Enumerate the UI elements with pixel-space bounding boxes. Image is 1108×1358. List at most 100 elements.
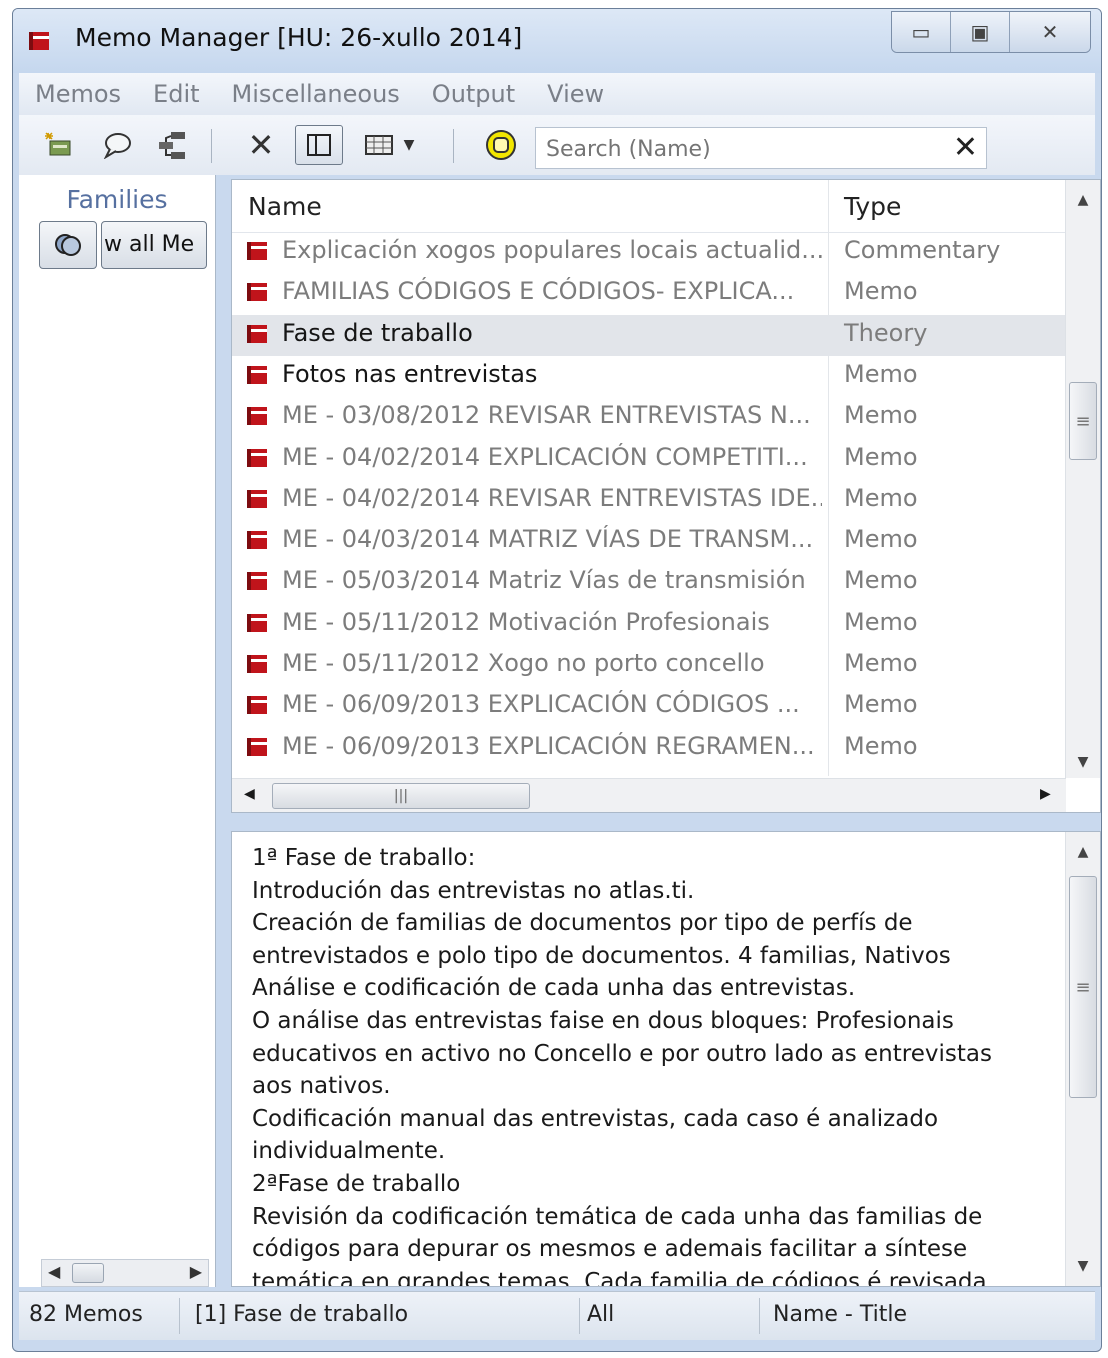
- title-bar[interactable]: Memo Manager [HU: 26-xullo 2014] ▭ ▣ ✕: [13, 9, 1101, 73]
- show-all-memos-button[interactable]: w all Me: [101, 221, 207, 269]
- network-button[interactable]: [153, 127, 193, 163]
- memo-row[interactable]: ME - 06/09/2013 EXPLICACIÓN REGRAMEN... M…: [232, 728, 1066, 769]
- comment-button[interactable]: [97, 127, 137, 163]
- memo-name: ME - 04/02/2014 REVISAR ENTREVISTAS IDE.…: [282, 483, 822, 512]
- list-horizontal-scrollbar[interactable]: ◀ ||| ▶: [232, 778, 1066, 812]
- memo-text-line: Creación de familias de documentos por t…: [252, 910, 913, 937]
- memo-text-line: aos nativos.: [252, 1073, 391, 1100]
- memo-text-line: códigos para depurar os mesmos e ademais…: [252, 1236, 968, 1263]
- scroll-thumb[interactable]: |||: [272, 783, 530, 809]
- memo-text-line: Codificación manual das entrevistas, cad…: [252, 1105, 939, 1132]
- scroll-left-icon[interactable]: ◀: [244, 786, 255, 802]
- memo-icon: [247, 572, 267, 591]
- memo-row[interactable]: ME - 05/11/2012 Motivación Profesionais M…: [232, 604, 1066, 645]
- memo-row[interactable]: ME - 03/08/2012 REVISAR ENTREVISTAS N...…: [232, 397, 1066, 438]
- memo-row[interactable]: ME - 06/09/2013 EXPLICACIÓN CÓDIGOS ... M…: [232, 686, 1066, 727]
- memo-row[interactable]: ME - 05/11/2012 Xogo no porto concello Me…: [232, 645, 1066, 686]
- menu-bar: Memos Edit Miscellaneous Output View: [19, 73, 1095, 115]
- memo-name: ME - 04/02/2014 EXPLICACIÓN COMPETITI...: [282, 442, 808, 471]
- memo-text-line: entrevistados e polo tipo de documentos.…: [252, 942, 951, 969]
- selected-memo: [1] Fase de traballo: [195, 1302, 409, 1327]
- list-vertical-scrollbar[interactable]: ▲ ≡ ▼: [1065, 180, 1100, 778]
- memo-icon: [247, 365, 267, 384]
- memo-row[interactable]: ME - 04/02/2014 EXPLICACIÓN COMPETITI...…: [232, 439, 1066, 480]
- memo-icon: [247, 448, 267, 467]
- column-header-name[interactable]: Name: [248, 192, 322, 221]
- menu-miscellaneous[interactable]: Miscellaneous: [216, 80, 416, 108]
- memo-type: Memo: [844, 401, 918, 430]
- search-input[interactable]: [544, 134, 928, 164]
- memo-text-line: 2ªFase de traballo: [252, 1170, 461, 1197]
- memo-row[interactable]: Explicación xogos populares locais actua…: [232, 232, 1066, 273]
- memo-icon: [247, 283, 267, 302]
- grid-view-icon: [365, 135, 393, 155]
- view-options-dropdown[interactable]: ▼: [397, 127, 421, 163]
- memo-type: Memo: [844, 525, 918, 554]
- families-filter-button[interactable]: [39, 221, 97, 269]
- scroll-up-icon[interactable]: ▲: [1066, 844, 1100, 860]
- scroll-thumb[interactable]: ≡: [1069, 876, 1097, 1098]
- scroll-down-icon[interactable]: ▼: [1066, 754, 1100, 770]
- memo-name: Fase de traballo: [282, 318, 473, 347]
- scroll-thumb[interactable]: ≡: [1069, 382, 1097, 460]
- memo-text-line: Introdución das entrevistas no atlas.ti.: [252, 877, 695, 904]
- scroll-down-icon[interactable]: ▼: [1066, 1258, 1100, 1274]
- status-divider: [179, 1298, 180, 1334]
- maximize-button[interactable]: ▣: [950, 12, 1009, 52]
- memo-row[interactable]: Fotos nas entrevistas Memo: [232, 356, 1066, 397]
- menu-memos[interactable]: Memos: [19, 80, 137, 108]
- memo-row[interactable]: Fase de traballo Theory: [232, 314, 1066, 356]
- status-divider: [579, 1298, 580, 1334]
- memo-name: ME - 06/09/2013 EXPLICACIÓN CÓDIGOS ...: [282, 690, 800, 719]
- text-vertical-scrollbar[interactable]: ▲ ≡ ▼: [1065, 832, 1100, 1286]
- toolbar-separator: [211, 129, 212, 163]
- memo-text[interactable]: 1ª Fase de traballo: Introdución das entr…: [252, 842, 1042, 1286]
- memo-icon: [247, 242, 267, 260]
- filter-button[interactable]: [481, 127, 521, 163]
- families-horizontal-scrollbar[interactable]: ◀ ▶: [41, 1259, 209, 1287]
- column-header-type[interactable]: Type: [844, 192, 901, 221]
- families-panel: Families w all Me ◀ ▶: [19, 175, 216, 1287]
- sort-status: Name - Title: [773, 1302, 907, 1327]
- memo-icon: [247, 613, 267, 632]
- memo-type: Memo: [844, 277, 918, 306]
- memo-type: Memo: [844, 359, 918, 388]
- delete-button[interactable]: ✕: [241, 126, 281, 164]
- scroll-right-icon[interactable]: ▶: [1040, 786, 1051, 802]
- minimize-button[interactable]: ▭: [892, 12, 950, 52]
- memo-name: FAMILIAS CÓDIGOS E CÓDIGOS- EXPLICA...: [282, 277, 795, 306]
- memo-icon: [247, 407, 267, 426]
- menu-view[interactable]: View: [531, 80, 620, 108]
- families-label: Families: [66, 185, 168, 214]
- status-divider: [759, 1298, 760, 1334]
- menu-output[interactable]: Output: [416, 80, 531, 108]
- layout-toggle-button[interactable]: [295, 125, 343, 165]
- memo-text-line: educativos en activo no Concello e por o…: [252, 1040, 992, 1067]
- scroll-right-icon[interactable]: ▶: [190, 1262, 202, 1281]
- memo-text-pane[interactable]: 1ª Fase de traballo: Introdución das entr…: [231, 831, 1101, 1287]
- memo-row[interactable]: ME - 04/03/2014 MATRIZ VÍAS DE TRANSM...…: [232, 521, 1066, 562]
- memo-text-line: Revisión da codificación temática de cad…: [252, 1203, 983, 1230]
- memo-icon: [247, 531, 267, 550]
- clear-search-icon[interactable]: ✕: [953, 130, 978, 166]
- minimize-icon: ▭: [911, 20, 931, 44]
- memo-text-line: individualmente.: [252, 1138, 446, 1165]
- memo-row[interactable]: ME - 04/02/2014 REVISAR ENTREVISTAS IDE.…: [232, 480, 1066, 521]
- memo-icon: [247, 324, 267, 343]
- delete-icon: ✕: [247, 126, 275, 164]
- memo-row[interactable]: FAMILIAS CÓDIGOS E CÓDIGOS- EXPLICA... Me…: [232, 273, 1066, 314]
- view-options-button[interactable]: [359, 127, 399, 163]
- memo-row[interactable]: ME - 05/03/2014 Matriz Vías de transmisi…: [232, 562, 1066, 603]
- scroll-left-icon[interactable]: ◀: [48, 1262, 60, 1281]
- scroll-up-icon[interactable]: ▲: [1066, 192, 1100, 208]
- memo-type: Memo: [844, 690, 918, 719]
- new-memo-button[interactable]: [39, 127, 79, 163]
- scroll-thumb[interactable]: [72, 1263, 104, 1283]
- close-button[interactable]: ✕: [1009, 12, 1090, 52]
- memo-type: Theory: [844, 318, 928, 347]
- menu-edit[interactable]: Edit: [137, 80, 215, 108]
- search-box: ✕: [535, 127, 987, 169]
- memo-count: 82 Memos: [29, 1302, 143, 1327]
- memo-name: ME - 03/08/2012 REVISAR ENTREVISTAS N...: [282, 401, 811, 430]
- memo-list: Name Type Explicación xogos populares lo…: [231, 179, 1101, 813]
